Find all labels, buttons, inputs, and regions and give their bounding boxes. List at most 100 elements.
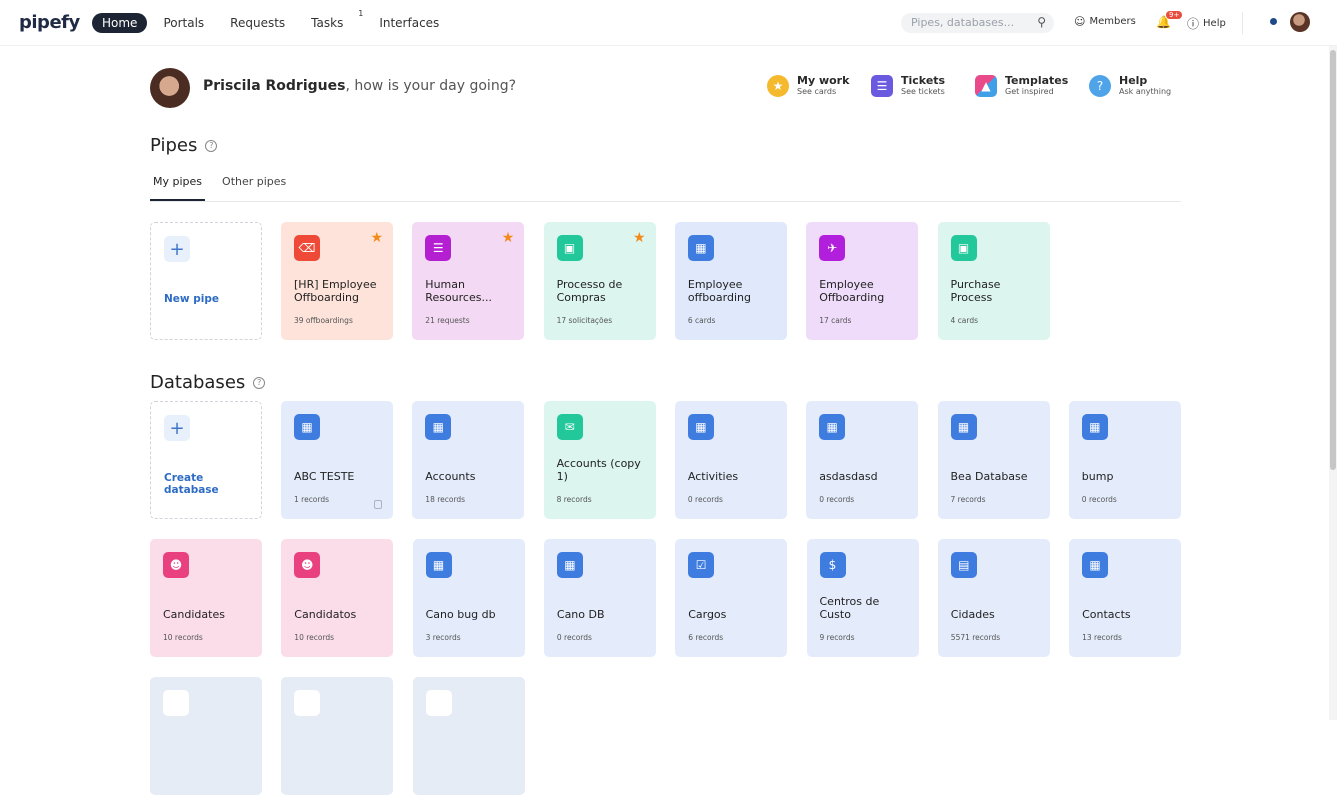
quick-link-my-work[interactable]: ★ My work See cards [767,75,849,97]
user-group-icon: ☻ [294,552,321,578]
database-card[interactable]: ✉ Accounts (copy 1) 8 records [543,401,656,519]
members-button[interactable]: ☺ Members [1074,15,1136,28]
pipe-card[interactable]: ☰ ★ Human Resources... 21 requests [412,222,525,340]
cart-icon: ▣ [556,235,583,261]
star-icon[interactable]: ★ [502,230,515,246]
database-card[interactable]: ▦ asdasdasd 0 records [806,401,919,519]
database-record-count: 9 records [819,633,855,642]
quick-link-tickets[interactable]: ☰ Tickets See tickets [871,75,945,97]
pipe-name: Employee Offboarding [819,278,885,304]
pipe-card-count: 21 requests [425,316,470,325]
database-name: bump [1081,470,1114,483]
help-button[interactable]: ⓘ Help [1187,15,1226,32]
chat-icon: ✉ [556,414,583,440]
search-placeholder: Pipes, databases... [911,16,1015,29]
board-icon: ▦ [1082,552,1109,578]
scrollbar-thumb[interactable] [1330,50,1336,470]
pipe-card[interactable]: ▣ Purchase Process 4 cards [937,222,1050,340]
database-card[interactable]: $ Centros de Custo 9 records [806,539,919,657]
database-record-count: 8 records [556,495,592,504]
tab-other-pipes[interactable]: Other pipes [219,168,289,201]
nav-portals[interactable]: Portals [153,13,214,33]
user-name: Priscila Rodrigues [203,78,346,94]
star-icon[interactable]: ★ [370,230,383,246]
placeholder-icon [294,690,321,716]
list-icon: ☰ [871,75,893,97]
medal-icon: ★ [767,75,789,97]
nav-interfaces[interactable]: Interfaces [369,13,449,33]
placeholder-icon [425,690,452,716]
database-card[interactable] [412,677,525,795]
database-name: Centros de Custo [819,595,880,621]
new-pipe-card[interactable]: + New pipe [150,222,262,340]
placeholder-icon [163,690,189,716]
database-card[interactable]: ☑ Cargos 6 records [675,539,788,657]
pipe-card-count: 17 solicitações [556,316,613,325]
quick-link-templates[interactable]: ▲ Templates Get inspired [975,75,1068,97]
tab-my-pipes[interactable]: My pipes [150,168,206,201]
help-circle-icon[interactable]: ? [205,139,218,152]
database-card[interactable]: ▦ Activities 0 records [674,401,787,519]
pipe-card[interactable]: ⌫ ★ [HR] Employee Offboarding 39 offboardin… [281,222,393,340]
new-pipe-label: New pipe [164,293,220,305]
create-database-card[interactable]: + Create database [150,401,262,519]
trash-icon: ⌫ [294,235,320,261]
database-card[interactable]: ☻ Candidatos 10 records [281,539,394,657]
database-card[interactable]: ▦ bump 0 records [1068,401,1181,519]
pipe-card[interactable]: ▣ ★ Processo de Compras 17 solicitações [543,222,656,340]
database-name: Cano bug db [425,608,496,621]
nav-tasks[interactable]: Tasks 1 [301,9,363,33]
database-name: Activities [687,470,739,483]
create-database-label: Create database [164,472,219,496]
database-record-count: 5571 records [950,633,1001,642]
nav-requests[interactable]: Requests [220,13,295,33]
greeting-text: Priscila Rodrigues, how is your day goin… [203,78,516,94]
pipefy-logo[interactable]: pipefy [19,12,80,33]
pipe-card[interactable]: ▦ Employee offboarding 6 cards [674,222,787,340]
quick-link-title: Tickets [901,74,946,87]
search-input[interactable]: Pipes, databases... ⚲ [901,13,1054,33]
database-card[interactable]: ▦ Cano DB 0 records [543,539,656,657]
database-name: Candidates [163,608,225,621]
nav-home[interactable]: Home [92,13,148,33]
database-card[interactable]: ▦ Bea Database 7 records [937,401,1050,519]
pipes-title: Pipes [150,135,198,156]
database-card[interactable]: ▦ Accounts 18 records [412,401,525,519]
database-name: Accounts (copy 1) [556,457,641,483]
database-name: asdasdasd [819,470,878,483]
database-name: Accounts [425,470,476,483]
pipe-card[interactable]: ✈ Employee Offboarding 17 cards [806,222,919,340]
shapes-icon: ▲ [975,75,997,97]
database-record-count: 7 records [950,495,986,504]
board-icon: ▦ [425,552,452,578]
quick-link-subtitle: See cards [797,87,837,96]
board-icon: ▦ [425,414,452,440]
user-avatar[interactable] [1290,12,1310,32]
pipe-name: Employee offboarding [687,278,751,304]
database-card[interactable]: ▦ Contacts 13 records [1069,539,1182,657]
database-card[interactable] [281,677,394,795]
tasks-count-badge: 1 [358,9,364,18]
database-card[interactable] [150,677,262,795]
board-icon: ▦ [687,414,714,440]
database-card[interactable]: ▤ Cidades 5571 records [937,539,1050,657]
database-card[interactable]: ▦ ABC TESTE 1 records [281,401,393,519]
pipe-name: Purchase Process [950,278,1001,304]
databases-heading: Databases ? [150,372,266,393]
quick-link-subtitle: See tickets [901,87,945,96]
help-circle-icon[interactable]: ? [253,376,266,389]
database-record-count: 0 records [1081,495,1117,504]
database-card[interactable]: ☻ Candidates 10 records [150,539,262,657]
top-navigation-bar: pipefy Home Portals Requests Tasks 1 Int… [0,0,1337,46]
star-icon[interactable]: ★ [633,230,646,246]
quick-link-help[interactable]: ? Help Ask anything [1089,75,1171,97]
pipe-name: [HR] Employee Offboarding [294,278,377,304]
database-record-count: 13 records [1082,633,1122,642]
user-group-icon: ☻ [163,552,189,578]
greeting-message: , how is your day going? [345,78,517,94]
board-icon: ▦ [819,414,846,440]
quick-link-title: Help [1119,74,1148,87]
pipe-card-count: 39 offboardings [294,316,353,325]
pipes-heading: Pipes ? [150,135,218,156]
database-card[interactable]: ▦ Cano bug db 3 records [412,539,525,657]
